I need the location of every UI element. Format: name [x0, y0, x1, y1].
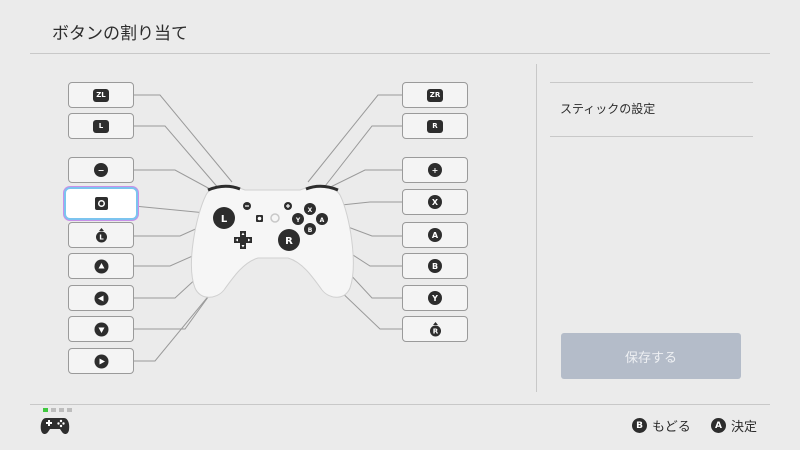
plus-icon: +	[428, 163, 442, 177]
confirm-hint[interactable]: A 決定	[711, 416, 757, 435]
y-button-icon: Y	[428, 291, 442, 305]
map-button-left-stick[interactable]: L	[68, 222, 134, 248]
page-dot	[59, 408, 64, 412]
map-button-r[interactable]: R	[402, 113, 468, 139]
svg-text:L: L	[221, 214, 228, 225]
zl-icon: ZL	[93, 88, 109, 102]
sidebar-divider-bottom	[550, 136, 753, 137]
stick-settings-item[interactable]: スティックの設定	[560, 100, 655, 117]
map-button-plus[interactable]: +	[402, 157, 468, 183]
svg-text:Y: Y	[295, 217, 301, 224]
confirm-label: 決定	[731, 420, 758, 435]
a-button-icon: A	[711, 418, 726, 433]
svg-text:A: A	[320, 217, 325, 224]
b-button-icon: B	[632, 418, 647, 433]
map-button-l[interactable]: L	[68, 113, 134, 139]
dpad-left-icon	[94, 291, 109, 306]
map-button-b[interactable]: B	[402, 253, 468, 279]
map-button-x[interactable]: X	[402, 189, 468, 215]
page-dot	[43, 408, 48, 412]
svg-text:B: B	[308, 227, 313, 234]
map-button-right-stick[interactable]: R	[402, 316, 468, 342]
map-button-minus[interactable]: −	[68, 157, 134, 183]
svg-text:R: R	[285, 236, 293, 247]
page-dot	[67, 408, 72, 412]
map-button-left[interactable]	[68, 285, 134, 311]
svg-text:X: X	[308, 207, 313, 214]
right-stick-press-icon: R	[428, 321, 443, 337]
gamepad-icon	[40, 416, 70, 440]
controller-body	[191, 184, 354, 298]
map-button-a[interactable]: A	[402, 222, 468, 248]
svg-text:L: L	[99, 233, 104, 241]
b-button-icon: B	[428, 259, 442, 273]
a-button-icon: A	[428, 228, 442, 242]
map-button-zl[interactable]: ZL	[68, 82, 134, 108]
l-icon: L	[93, 119, 109, 133]
back-label: もどる	[652, 420, 691, 435]
map-button-down[interactable]	[68, 316, 134, 342]
back-hint[interactable]: B もどる	[632, 416, 691, 435]
footer-divider	[30, 404, 770, 405]
svg-text:R: R	[432, 327, 438, 335]
dpad-right-icon	[94, 354, 109, 369]
x-button-icon: X	[428, 195, 442, 209]
dpad-up-icon	[94, 259, 109, 274]
zr-icon: ZR	[427, 88, 443, 102]
save-button[interactable]: 保存する	[561, 333, 741, 379]
r-icon: R	[427, 119, 443, 133]
map-button-up[interactable]	[68, 253, 134, 279]
left-stick-press-icon: L	[94, 227, 109, 243]
page-dot	[51, 408, 56, 412]
page-indicator	[43, 408, 72, 412]
map-button-right[interactable]	[68, 348, 134, 374]
map-button-capture[interactable]	[66, 189, 136, 218]
map-button-zr[interactable]: ZR	[402, 82, 468, 108]
minus-icon: −	[94, 163, 108, 177]
map-button-y[interactable]: Y	[402, 285, 468, 311]
sidebar-divider-top	[550, 82, 753, 83]
panel-divider	[536, 64, 537, 392]
capture-icon	[94, 196, 109, 211]
dpad-down-icon	[94, 322, 109, 337]
